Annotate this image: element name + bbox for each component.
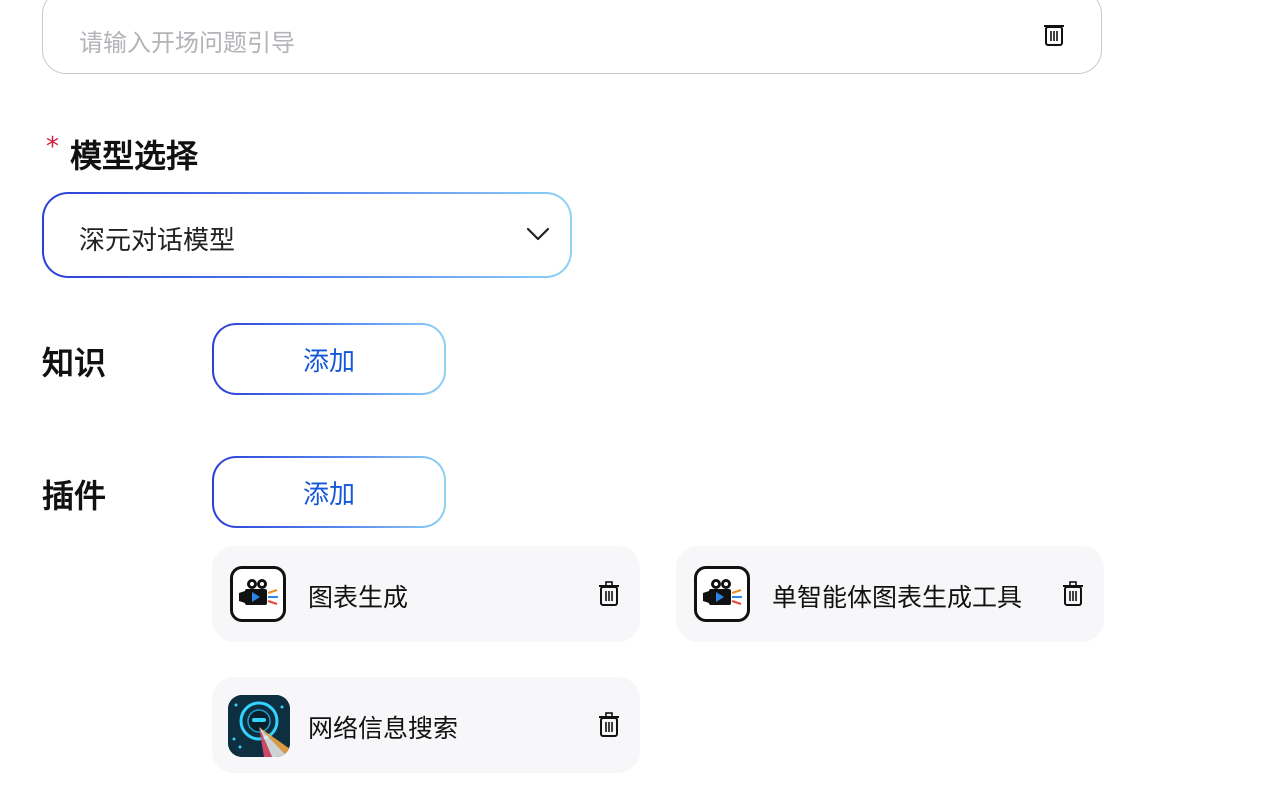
- opening-question-input[interactable]: 请输入开场问题引导: [42, 0, 1102, 74]
- chevron-down-icon: [526, 227, 550, 241]
- trash-icon[interactable]: [598, 581, 620, 607]
- model-select-value: 深元对话模型: [79, 226, 236, 256]
- agent-config-page: 请输入开场问题引导 * 模型选择 深元对话模型 知识 添加 插件 添加 图表生成…: [0, 0, 1280, 797]
- model-select[interactable]: 深元对话模型: [42, 192, 572, 278]
- add-plugin-label: 添加: [302, 479, 355, 510]
- required-mark: *: [46, 132, 59, 162]
- knowledge-section-label: 知识: [42, 344, 107, 382]
- plugin-name: 单智能体图表生成工具: [772, 583, 1023, 612]
- model-section-label: 模型选择: [70, 137, 199, 175]
- plugin-card-web-search: 网络信息搜索: [212, 677, 640, 773]
- plugin-card-chart-generation: 图表生成: [212, 546, 640, 642]
- plugin-name: 图表生成: [308, 583, 409, 612]
- add-knowledge-label: 添加: [302, 346, 355, 377]
- trash-icon[interactable]: [1043, 21, 1065, 47]
- opening-question-placeholder: 请输入开场问题引导: [79, 29, 295, 57]
- plugin-section-label: 插件: [42, 477, 107, 515]
- web-search-icon: [228, 695, 290, 757]
- trash-icon[interactable]: [1062, 581, 1084, 607]
- plugin-name: 网络信息搜索: [308, 714, 459, 743]
- plugin-card-single-agent-chart-tool: 单智能体图表生成工具: [676, 546, 1104, 642]
- add-plugin-button[interactable]: 添加: [212, 456, 446, 528]
- add-knowledge-button[interactable]: 添加: [212, 323, 446, 395]
- video-camera-icon: [230, 566, 286, 622]
- trash-icon[interactable]: [598, 712, 620, 738]
- video-camera-icon: [694, 566, 750, 622]
